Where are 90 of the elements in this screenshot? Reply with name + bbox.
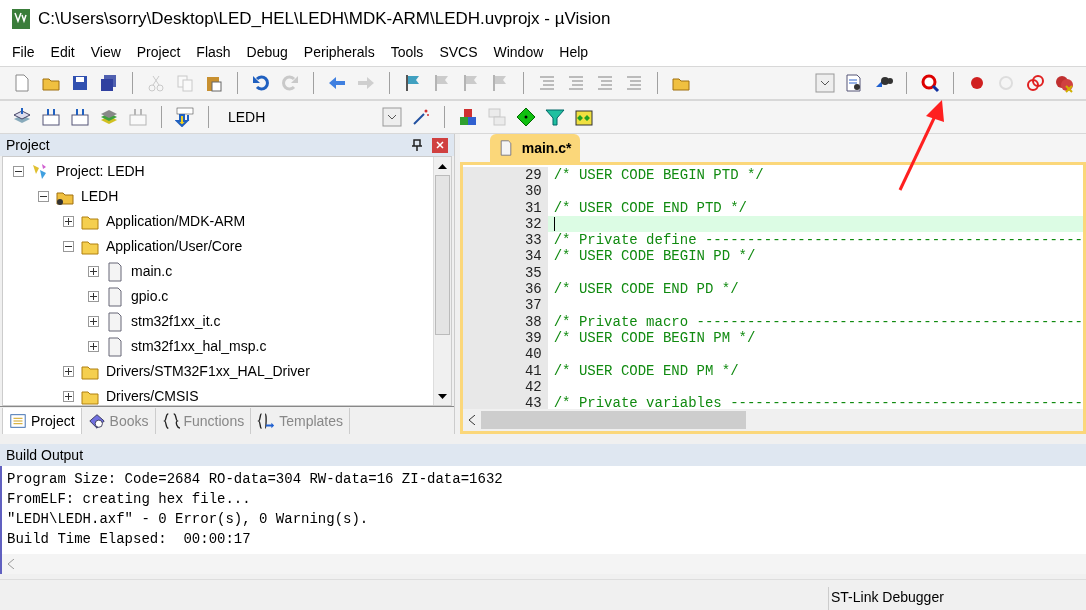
file-icon (105, 311, 125, 332)
menu-item[interactable]: SVCS (431, 41, 486, 63)
code-comment: /* USER CODE BEGIN PTD */ (553, 167, 764, 183)
tab-list-icon (9, 412, 27, 430)
tree-item[interactable]: Drivers/CMSIS (106, 386, 199, 405)
document-search-icon[interactable] (844, 73, 864, 93)
download-grid-icon[interactable] (41, 107, 61, 127)
layers-icon[interactable] (99, 107, 119, 127)
code-comment: /* Private macro ---------------------------------------------- (553, 313, 1083, 330)
undo-icon[interactable] (251, 73, 271, 93)
code-comment: /* Private define --------------------------------------------- (553, 232, 1083, 249)
menu-item[interactable]: Peripherals (295, 41, 383, 63)
collapse-toggle[interactable] (38, 191, 49, 202)
line-number: 40 (462, 346, 548, 363)
output-line: Build Time Elapsed: 00:00:17 (7, 530, 252, 549)
text-cursor (553, 217, 555, 232)
expand-toggle[interactable] (63, 366, 74, 377)
line-number: 30 (462, 183, 548, 200)
menu-item[interactable]: Edit (42, 41, 83, 63)
panel-title: Project (6, 135, 51, 155)
funnel-icon[interactable] (545, 107, 565, 127)
horizontal-scrollbar[interactable] (462, 409, 1083, 431)
file-icon (105, 261, 125, 282)
line-number: 43 (462, 395, 548, 409)
code-comment: /* USER CODE BEGIN PM */ (553, 329, 756, 346)
target-select[interactable]: LEDH (222, 105, 402, 129)
line-number: 33 (462, 232, 548, 249)
line-number: 29 (462, 167, 548, 184)
close-icon (435, 141, 444, 149)
output-line: Program Size: Code=2684 RO-data=304 RW-data=16 ZI-data=1632 (7, 470, 504, 489)
tree-item[interactable]: Application/MDK-ARM (106, 211, 246, 232)
code-comment: /* USER CODE END PM */ (553, 362, 739, 379)
tree-item[interactable]: stm32f1xx_hal_msp.c (131, 336, 267, 357)
menu-item[interactable]: Debug (238, 41, 296, 63)
menu-item[interactable]: File (4, 41, 43, 63)
tree-item[interactable]: main.c (131, 261, 173, 282)
close-button[interactable] (431, 137, 448, 153)
expand-toggle[interactable] (88, 291, 99, 302)
load-icon[interactable] (175, 107, 195, 127)
pin-icon[interactable] (411, 139, 422, 151)
app-logo-icon (12, 9, 30, 29)
tree-item[interactable]: Project: LEDH (56, 161, 145, 182)
tree-item[interactable]: LEDH (81, 186, 119, 207)
output-line: FromELF: creating hex file... (7, 490, 252, 509)
menu-item[interactable]: View (82, 41, 129, 63)
vertical-scrollbar[interactable] (432, 157, 451, 405)
code-comment: /* Private variables ------------------------------------------ (553, 395, 1083, 409)
output-line: "LEDH\LEDH.axf" - 0 Error(s), 0 Warning(s). (7, 510, 370, 529)
download-grid-icon[interactable] (70, 107, 90, 127)
tree-item[interactable]: Drivers/STM32F1xx_HAL_Driver (106, 361, 310, 382)
file-icon (105, 336, 125, 357)
horizontal-scrollbar[interactable] (0, 554, 1086, 574)
magic-wand-icon[interactable] (411, 107, 431, 127)
scroll-up-arrow-icon[interactable] (437, 163, 447, 169)
menu-item[interactable]: Help (551, 41, 597, 63)
collapse-toggle[interactable] (13, 166, 24, 177)
scroll-down-arrow-icon[interactable] (437, 393, 447, 399)
dots-cross-icon[interactable] (1054, 73, 1074, 93)
rings-icon[interactable] (1025, 73, 1045, 93)
menu-item[interactable]: Flash (188, 41, 239, 63)
tree-item[interactable]: stm32f1xx_it.c (131, 311, 221, 332)
line-number: 37 (462, 297, 548, 314)
collapse-toggle[interactable] (63, 241, 74, 252)
code-comment: /* USER CODE BEGIN PD */ (553, 248, 756, 265)
code-comment: /* USER CODE END PTD */ (553, 199, 747, 216)
panel-tab[interactable]: Project (2, 408, 82, 434)
diamond-icon[interactable] (516, 107, 536, 127)
menu-item[interactable]: Tools (382, 41, 432, 63)
blocks-icon[interactable] (458, 107, 478, 127)
braces-icon (161, 412, 180, 430)
menu-item[interactable]: Window (485, 41, 552, 63)
line-number: 34 (462, 248, 548, 265)
expand-toggle[interactable] (88, 316, 99, 327)
expand-toggle[interactable] (63, 216, 74, 227)
status-text: ST-Link Debugger (828, 587, 944, 610)
file-icon (105, 286, 125, 307)
code-comment: /* USER CODE END PD */ (553, 281, 739, 298)
menu-item[interactable]: Project (128, 41, 189, 63)
tree-item[interactable]: gpio.c (131, 286, 169, 307)
magnifier-icon[interactable] (920, 73, 940, 93)
window-title: C:\Users\sorry\Desktop\LED_HEL\LEDH\MDK-ARM\LEDH.uvprojx - µVision (38, 8, 611, 31)
line-number: 36 (462, 281, 548, 298)
floppy-disks-icon[interactable] (99, 73, 119, 93)
panel-title: Build Output (6, 445, 84, 465)
expand-toggle[interactable] (88, 341, 99, 352)
expand-toggle[interactable] (88, 266, 99, 277)
expand-toggle[interactable] (63, 391, 74, 402)
tree-item[interactable]: Application/User/Core (106, 236, 243, 257)
editor-tab[interactable]: main.c* (489, 134, 580, 162)
braces-arrow-icon (257, 412, 276, 430)
